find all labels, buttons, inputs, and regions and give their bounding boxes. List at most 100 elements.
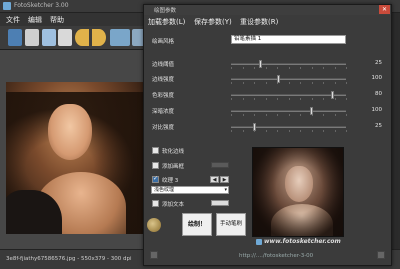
slider-track[interactable] — [231, 63, 346, 65]
close-icon[interactable]: ✕ — [379, 5, 390, 14]
slider-track[interactable] — [231, 110, 346, 112]
slider-thumb[interactable] — [277, 75, 281, 83]
slider-tick — [254, 67, 255, 69]
slider-tick — [254, 114, 255, 116]
image-view-icon[interactable] — [110, 29, 130, 46]
menu-reset-params[interactable]: 重设参数(R) — [240, 17, 278, 27]
slider-tick — [265, 67, 267, 69]
menu-edit[interactable]: 编辑 — [28, 15, 42, 25]
slider-track[interactable] — [231, 94, 346, 96]
slider-thumb[interactable] — [253, 123, 257, 131]
image-info-status: 3e8f-fjiathy67586576.jpg - 550x379 - 300… — [6, 256, 132, 262]
draw-button[interactable]: 绘制！ — [182, 213, 212, 236]
slider-tick — [265, 114, 267, 116]
slider-track[interactable] — [231, 126, 346, 128]
slider-thumb[interactable] — [309, 107, 313, 115]
slider-tick — [242, 67, 244, 69]
slider-tick — [265, 98, 267, 100]
slider-tick — [334, 98, 336, 100]
copy-icon[interactable] — [42, 29, 56, 46]
menu-file[interactable]: 文件 — [6, 15, 20, 25]
add-border-label: 添加画框 — [162, 164, 185, 170]
slider-tick — [265, 130, 267, 132]
add-text-checkbox[interactable] — [152, 200, 159, 207]
slider-tick — [323, 98, 324, 100]
menu-save-params[interactable]: 保存参数(Y) — [194, 17, 232, 27]
slider-tick — [300, 114, 301, 116]
texture-prev-button[interactable]: ◀ — [210, 176, 219, 183]
slider-tick — [277, 98, 278, 100]
slider-tick — [346, 82, 347, 84]
resize-grip-icon[interactable] — [377, 251, 385, 259]
drawing-parameters-dialog: 绘图参数 ✕ 加载参数(L) 保存参数(Y) 重设参数(R) 绘画风格 铅笔素描… — [143, 4, 392, 266]
slider-tick — [300, 98, 301, 100]
slider-label: 边线阈值 — [152, 62, 175, 68]
slider-tick — [346, 130, 347, 132]
slider-value: 100 — [371, 75, 383, 81]
slider-tick — [300, 67, 301, 69]
menu-load-params[interactable]: 加载参数(L) — [148, 17, 185, 27]
texture-checkbox[interactable] — [152, 175, 159, 183]
texture-next-button[interactable]: ▶ — [220, 176, 229, 183]
manual-brush-button[interactable]: 手动笔刷 — [216, 213, 246, 236]
redo-icon[interactable] — [92, 29, 106, 46]
open-image-icon[interactable] — [8, 29, 22, 46]
slider-tick — [288, 98, 290, 100]
texture-label: 纹理 3 — [162, 178, 179, 184]
style-select[interactable]: 铅笔素描 1 — [231, 35, 346, 44]
slider-tick — [311, 98, 313, 100]
texture-select[interactable]: 浅色纹理 ▾ — [151, 186, 229, 194]
main-toolbar — [0, 26, 148, 50]
slider-tick — [311, 130, 313, 132]
style-label: 绘画风格 — [152, 39, 175, 45]
add-border-checkbox[interactable] — [152, 162, 159, 169]
slider-value: 25 — [375, 123, 382, 129]
add-text-label: 添加文本 — [162, 202, 185, 208]
slider-tick — [311, 82, 313, 84]
settings-icon[interactable] — [150, 251, 158, 259]
slider-tick — [346, 114, 347, 116]
dialog-title: 绘图参数 — [154, 8, 177, 14]
slider-tick — [300, 82, 301, 84]
menu-help[interactable]: 帮助 — [50, 15, 64, 25]
slider-tick — [334, 130, 336, 132]
slider-label: 边线强度 — [152, 77, 175, 83]
slider-tick — [311, 67, 313, 69]
slider-thumb[interactable] — [331, 91, 335, 99]
slider-tick — [254, 82, 255, 84]
dialog-titlebar: 绘图参数 ✕ — [144, 5, 391, 15]
save-icon[interactable] — [25, 29, 39, 46]
slider-tick — [231, 82, 232, 84]
text-settings-button[interactable] — [211, 200, 229, 206]
undo-icon[interactable] — [75, 29, 89, 46]
fotosketcher-logo-icon — [256, 239, 262, 245]
palette-icon[interactable] — [147, 218, 161, 232]
slider-tick — [277, 130, 278, 132]
slider-tick — [288, 67, 290, 69]
slider-tick — [346, 67, 347, 69]
smooth-edges-checkbox[interactable] — [152, 147, 159, 154]
paste-icon[interactable] — [58, 29, 72, 46]
slider-tick — [288, 114, 290, 116]
slider-tick — [323, 82, 324, 84]
main-menubar: 文件 编辑 帮助 — [0, 13, 148, 26]
slider-label: 对比强度 — [152, 125, 175, 131]
sketch-preview — [252, 147, 344, 237]
slider-tick — [300, 130, 301, 132]
slider-tick — [242, 130, 244, 132]
slider-tick — [231, 98, 232, 100]
slider-tick — [288, 130, 290, 132]
slider-tick — [334, 82, 336, 84]
slider-tick — [277, 67, 278, 69]
slider-tick — [242, 114, 244, 116]
slider-value: 25 — [375, 60, 382, 66]
slider-tick — [254, 98, 255, 100]
url-watermark: http://..../fotosketcher-3-00 — [239, 253, 314, 259]
border-settings-button[interactable] — [211, 162, 229, 168]
slider-tick — [288, 82, 290, 84]
slider-tick — [242, 98, 244, 100]
slider-thumb[interactable] — [258, 60, 262, 68]
slider-tick — [323, 130, 324, 132]
slider-value: 100 — [371, 107, 383, 113]
slider-track[interactable] — [231, 78, 346, 80]
